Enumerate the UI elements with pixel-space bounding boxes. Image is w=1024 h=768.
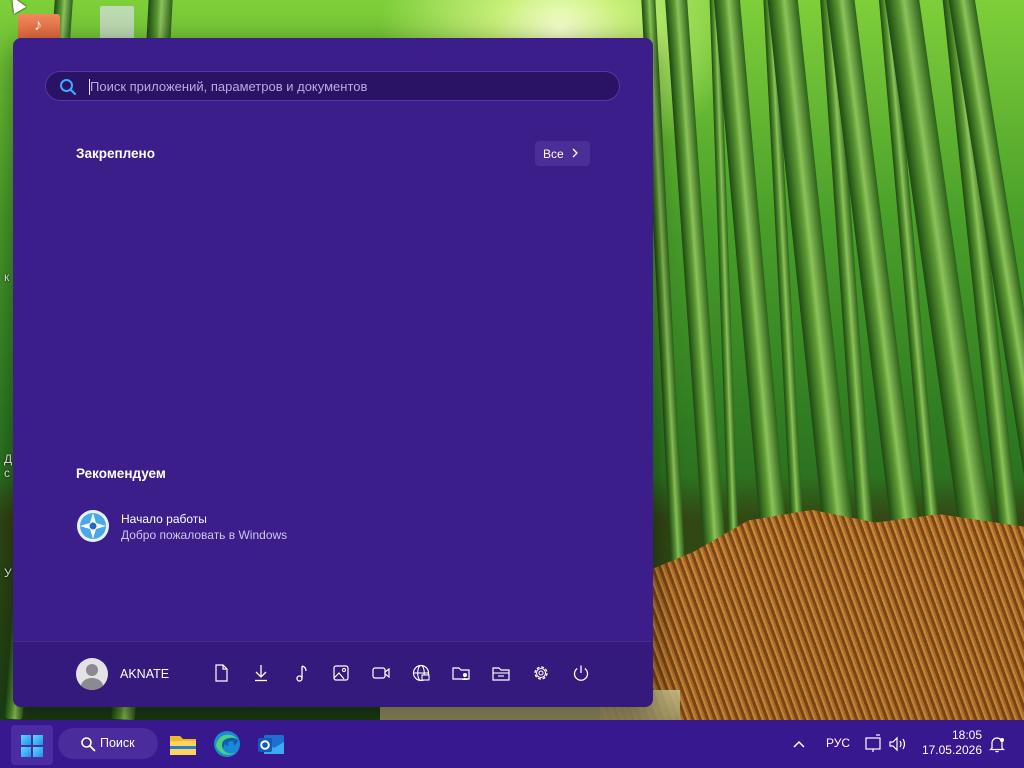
power-button[interactable] xyxy=(570,662,592,684)
search-icon xyxy=(81,737,96,752)
volume-icon xyxy=(889,736,906,752)
search-input[interactable] xyxy=(90,76,590,97)
desktop-icon-label: к xyxy=(4,270,10,284)
start-menu: Закреплено Все Рекомендуем Начало работы… xyxy=(13,38,653,707)
recommended-section-title: Рекомендуем xyxy=(76,466,166,481)
pictures-button[interactable] xyxy=(330,662,352,684)
desktop-icon-label: с xyxy=(4,466,10,480)
music-button[interactable] xyxy=(290,662,312,684)
personal-folder-button[interactable] xyxy=(450,662,472,684)
get-started-icon xyxy=(77,510,109,542)
start-button[interactable] xyxy=(11,725,53,765)
desktop-icon-label: У xyxy=(4,566,12,580)
taskbar-search-label: Поиск xyxy=(100,736,135,750)
input-language-indicator[interactable]: РУС xyxy=(826,736,850,750)
desktop-icon-label: Д xyxy=(4,452,13,466)
user-icon xyxy=(81,664,103,690)
outlook-icon xyxy=(258,735,284,754)
desktop-music-folder-icon[interactable]: ♪ xyxy=(18,14,60,40)
show-hidden-icons-chevron-up-icon[interactable] xyxy=(788,733,810,755)
all-apps-button[interactable]: Все xyxy=(535,141,590,166)
video-icon xyxy=(372,667,390,679)
recommended-item-name: Начало работы xyxy=(121,512,207,526)
avatar xyxy=(76,658,108,690)
file-explorer-button[interactable] xyxy=(490,662,512,684)
taskbar-outlook[interactable] xyxy=(255,728,287,760)
network-icon xyxy=(412,664,430,682)
start-menu-footer: AKNATE xyxy=(13,641,653,707)
desktop-file-icon[interactable] xyxy=(100,6,134,40)
power-icon xyxy=(573,665,589,681)
clock-date: 17.05.2026 xyxy=(921,743,982,757)
edge-icon xyxy=(214,731,240,757)
taskbar-edge[interactable] xyxy=(211,728,243,760)
network-status-icon xyxy=(865,734,881,752)
personal-folder-icon xyxy=(452,667,470,680)
download-icon xyxy=(255,665,267,682)
settings-button[interactable] xyxy=(530,662,552,684)
pinned-section-title: Закреплено xyxy=(76,146,155,161)
windows-logo-icon xyxy=(21,735,43,757)
recommended-item-description: Добро пожаловать в Windows xyxy=(121,528,288,542)
taskbar-search-button[interactable]: Поиск xyxy=(58,728,158,759)
clock-time: 18:05 xyxy=(951,728,982,742)
network-button[interactable] xyxy=(410,662,432,684)
file-explorer-icon xyxy=(492,667,510,681)
user-name: AKNATE xyxy=(120,667,170,681)
chevron-right-icon xyxy=(572,148,578,158)
start-search-box[interactable] xyxy=(45,71,620,101)
document-icon xyxy=(215,664,228,682)
taskbar-clock[interactable]: 18:05 17.05.2026 xyxy=(918,728,982,758)
picture-icon xyxy=(333,665,349,681)
recommended-item-get-started[interactable]: Начало работы Добро пожаловать в Windows xyxy=(73,506,323,546)
taskbar: Поиск РУС 18:05 17.05.2026 xyxy=(0,720,1024,768)
all-apps-label: Все xyxy=(543,146,564,161)
music-icon xyxy=(296,665,307,682)
videos-button[interactable] xyxy=(370,662,392,684)
taskbar-file-explorer[interactable] xyxy=(167,728,199,760)
user-account-button[interactable]: AKNATE xyxy=(73,656,183,692)
system-tray-status[interactable] xyxy=(864,733,912,755)
documents-button[interactable] xyxy=(210,662,232,684)
gear-icon xyxy=(534,666,548,680)
downloads-button[interactable] xyxy=(250,662,272,684)
folder-icon xyxy=(170,736,196,755)
notification-bell-icon[interactable] xyxy=(987,734,1007,754)
search-icon xyxy=(60,79,77,96)
